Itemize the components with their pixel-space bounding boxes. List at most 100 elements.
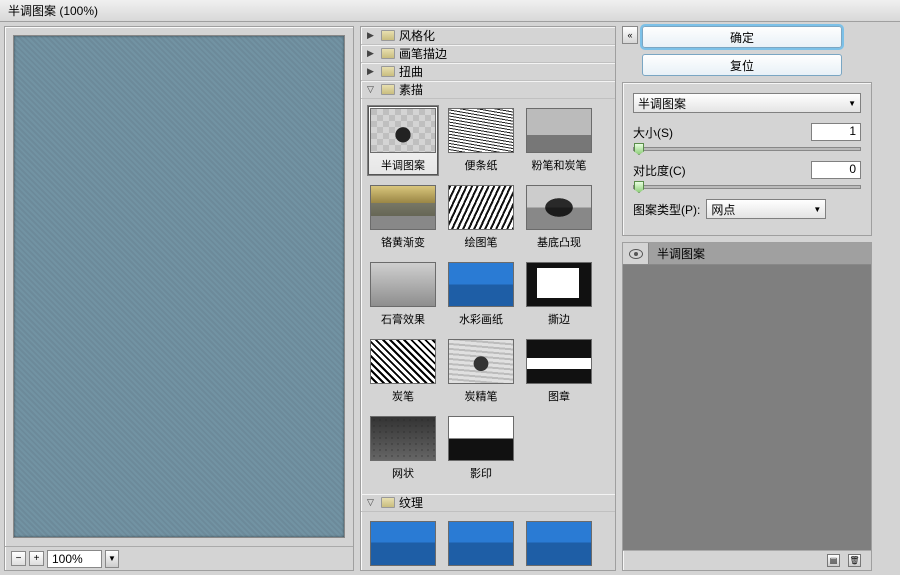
visibility-toggle[interactable] [623, 243, 649, 264]
thumb-preview [448, 339, 514, 384]
filter-thumb[interactable]: 图章 [523, 336, 595, 407]
zoom-level-input[interactable]: 100% [47, 550, 102, 568]
filter-thumb[interactable]: 炭精笔 [445, 336, 517, 407]
reset-button[interactable]: 复位 [642, 54, 842, 76]
filter-thumb[interactable]: 石膏效果 [367, 259, 439, 330]
category-texture[interactable]: ▽纹理 [361, 494, 615, 512]
chevron-right-icon: ▶ [367, 30, 377, 41]
filter-thumb[interactable]: 绘图笔 [445, 182, 517, 253]
preview-panel: − + 100% ▼ [4, 26, 354, 571]
zoom-out-button[interactable]: − [11, 551, 26, 566]
preview-toolbar: − + 100% ▼ [5, 546, 353, 570]
preview-canvas[interactable] [13, 35, 345, 538]
category-sketch[interactable]: ▽素描 [361, 81, 615, 99]
zoom-in-button[interactable]: + [29, 551, 44, 566]
filter-thumb[interactable]: 影印 [445, 413, 517, 484]
thumb-label: 颗粒 [446, 568, 516, 571]
thumb-preview [370, 185, 436, 230]
filter-thumb[interactable]: 铬黄渐变 [367, 182, 439, 253]
thumb-preview [448, 108, 514, 153]
chevron-down-icon: ▽ [367, 497, 377, 508]
chevron-right-icon: ▶ [367, 48, 377, 59]
filter-thumb[interactable]: 基底凸现 [523, 182, 595, 253]
thumb-preview [370, 108, 436, 153]
size-slider-row: 大小(S) 1 [633, 123, 861, 151]
size-label: 大小(S) [633, 124, 673, 141]
size-slider[interactable] [633, 147, 861, 151]
contrast-slider[interactable] [633, 185, 861, 189]
title-bar: 半调图案 (100%) [0, 0, 900, 22]
slider-handle[interactable] [634, 143, 644, 155]
folder-icon [381, 30, 395, 41]
filter-thumb[interactable]: 粉笔和炭笔 [523, 105, 595, 176]
category-distort[interactable]: ▶扭曲 [361, 63, 615, 81]
thumb-label: 石膏效果 [368, 309, 438, 329]
thumb-label: 绘图笔 [446, 232, 516, 252]
thumb-label: 影印 [446, 463, 516, 483]
thumb-label: 图章 [524, 386, 594, 406]
category-stylize[interactable]: ▶风格化 [361, 27, 615, 45]
delete-layer-button[interactable]: 🗑 [848, 554, 861, 567]
window-title: 半调图案 (100%) [8, 2, 98, 19]
filter-thumb[interactable]: 颗粒 [445, 518, 517, 571]
filter-layers-panel: 半调图案 ▤ 🗑 [622, 242, 872, 571]
ok-button[interactable]: 确定 [642, 26, 842, 48]
category-brush-strokes[interactable]: ▶画笔描边 [361, 45, 615, 63]
filter-gallery: ▶风格化 ▶画笔描边 ▶扭曲 ▽素描 半调图案便条纸粉笔和炭笔铬黄渐变绘图笔基底… [360, 26, 616, 571]
chevron-down-icon: ▽ [367, 84, 377, 95]
folder-icon [381, 497, 395, 508]
thumb-label: 网状 [368, 463, 438, 483]
thumb-label: 粉笔和炭笔 [524, 155, 594, 175]
thumb-label: 便条纸 [446, 155, 516, 175]
zoom-dropdown[interactable]: ▼ [105, 550, 119, 568]
layers-footer: ▤ 🗑 [623, 550, 871, 570]
thumb-preview [526, 108, 592, 153]
new-layer-button[interactable]: ▤ [827, 554, 840, 567]
filter-thumb[interactable]: 马赛克拼贴 [523, 518, 595, 571]
thumb-preview [448, 262, 514, 307]
thumb-label: 龟裂缝 [368, 568, 438, 571]
layer-name: 半调图案 [649, 245, 705, 262]
thumb-label: 水彩画纸 [446, 309, 516, 329]
filter-thumb[interactable]: 撕边 [523, 259, 595, 330]
contrast-label: 对比度(C) [633, 162, 686, 179]
filter-thumb[interactable]: 水彩画纸 [445, 259, 517, 330]
thumb-preview [370, 416, 436, 461]
thumb-preview [448, 521, 514, 566]
size-input[interactable]: 1 [811, 123, 861, 141]
filter-layer-row[interactable]: 半调图案 [623, 243, 871, 265]
thumb-preview [448, 416, 514, 461]
contrast-slider-row: 对比度(C) 0 [633, 161, 861, 189]
thumb-preview [526, 262, 592, 307]
filter-thumb[interactable]: 炭笔 [367, 336, 439, 407]
filter-thumb[interactable]: 网状 [367, 413, 439, 484]
contrast-input[interactable]: 0 [811, 161, 861, 179]
thumb-label: 基底凸现 [524, 232, 594, 252]
thumb-preview [370, 521, 436, 566]
filter-thumb[interactable]: 龟裂缝 [367, 518, 439, 571]
thumb-label: 炭笔 [368, 386, 438, 406]
chevron-down-icon: ▼ [813, 205, 821, 214]
thumb-preview [370, 339, 436, 384]
thumb-label: 半调图案 [368, 155, 438, 175]
pattern-type-select[interactable]: 网点▼ [706, 199, 826, 219]
slider-handle[interactable] [634, 181, 644, 193]
thumb-label: 撕边 [524, 309, 594, 329]
filter-thumb[interactable]: 半调图案 [367, 105, 439, 176]
chevron-down-icon: ▼ [848, 99, 856, 108]
thumb-preview [526, 185, 592, 230]
eye-icon [629, 249, 643, 259]
layers-body [623, 265, 871, 550]
collapse-settings-button[interactable]: « [622, 26, 638, 44]
thumb-preview [526, 521, 592, 566]
pattern-type-label: 图案类型(P): [633, 201, 700, 218]
settings-column: « 确定 复位 半调图案▼ 大小(S) 1 对比度(C) 0 [622, 26, 872, 571]
thumb-label: 铬黄渐变 [368, 232, 438, 252]
filter-settings-box: 半调图案▼ 大小(S) 1 对比度(C) 0 图案类型(P): 网点▼ [622, 82, 872, 236]
thumb-label: 马赛克拼贴 [524, 568, 594, 571]
thumb-preview [526, 339, 592, 384]
thumb-preview [370, 262, 436, 307]
filter-thumb[interactable]: 便条纸 [445, 105, 517, 176]
chevron-right-icon: ▶ [367, 66, 377, 77]
filter-select[interactable]: 半调图案▼ [633, 93, 861, 113]
